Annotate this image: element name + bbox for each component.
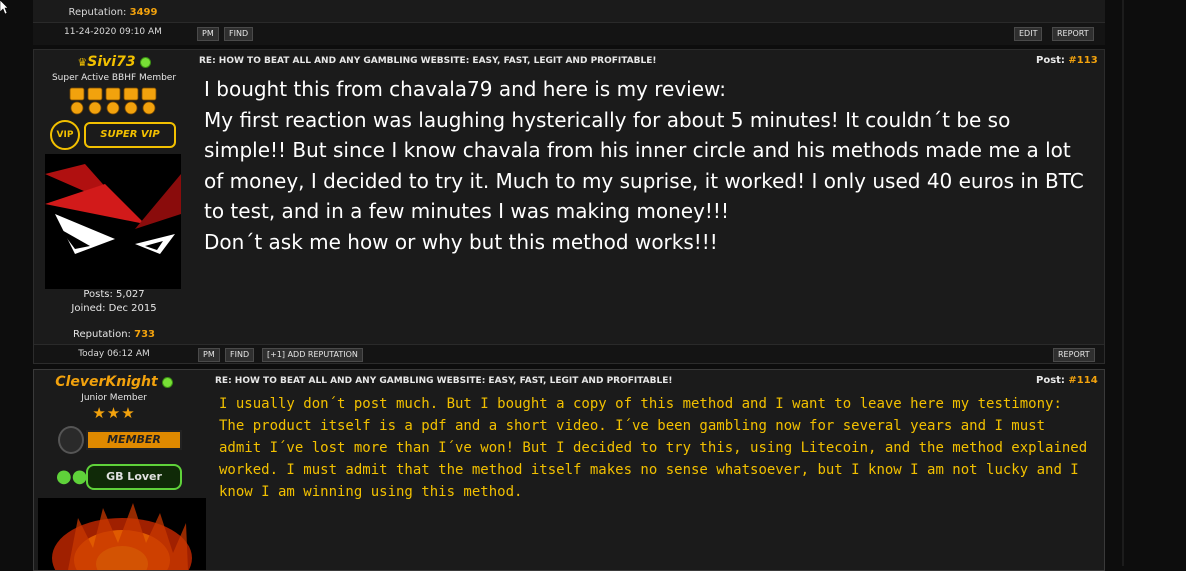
user-reputation: Reputation: 733 [34, 329, 194, 340]
post-message: I usually don´t post much. But I bought … [219, 393, 1089, 503]
badge-label: SUPER VIP [84, 122, 176, 148]
find-button[interactable]: FIND [225, 348, 255, 362]
pm-button[interactable]: PM [198, 348, 220, 362]
crown-icon: ♛ [77, 56, 88, 69]
username[interactable]: Sivi73 [87, 54, 135, 70]
message-line: The product itself is a pdf and a short … [219, 418, 1088, 500]
edit-button[interactable]: EDIT [1014, 27, 1043, 41]
reputation-label: Reputation: [68, 7, 127, 18]
find-button[interactable]: FIND [224, 27, 254, 41]
post-number-link[interactable]: #114 [1068, 375, 1097, 386]
reputation-value[interactable]: 733 [134, 329, 155, 340]
page-right-rule [1122, 0, 1124, 566]
post-footer: Today 06:12 AM PM FIND [+1] ADD REPUTATI… [34, 344, 1104, 363]
page-margin-right [1106, 0, 1186, 566]
post-113: ♛Sivi73 Super Active BBHF Member VIP SUP… [33, 49, 1105, 364]
post-subject: RE: HOW TO BEAT ALL AND ANY GAMBLING WEB… [199, 56, 657, 66]
post-author[interactable]: CleverKnight [34, 374, 194, 390]
user-avatar[interactable] [38, 498, 206, 570]
badge-label: GB Lover [86, 464, 182, 490]
gb-lover-badge: ●● GB Lover [56, 462, 184, 492]
message-line: I usually don´t post much. But I bought … [219, 396, 1062, 412]
reputation-label: Reputation: [73, 329, 131, 340]
group-icon: ●● [56, 466, 88, 487]
user-post-count: Posts: 5,027 [83, 289, 145, 300]
pm-button[interactable]: PM [197, 27, 219, 41]
post-author[interactable]: ♛Sivi73 [34, 54, 194, 70]
user-rank: Junior Member [81, 393, 147, 403]
mouse-cursor-icon [0, 0, 8, 14]
super-vip-badge: VIP SUPER VIP [50, 118, 178, 152]
post-number-link[interactable]: #113 [1068, 55, 1097, 66]
reputation-value[interactable]: 3499 [130, 7, 158, 18]
badge-label: MEMBER [86, 430, 182, 450]
message-line: My first reaction was laughing hysterica… [204, 107, 1084, 224]
online-status-icon [161, 376, 173, 388]
post-subject: RE: HOW TO BEAT ALL AND ANY GAMBLING WEB… [215, 376, 673, 386]
previous-post-footer: 11-24-2020 09:10 AM PM FIND EDIT REPORT [33, 22, 1105, 45]
user-avatar[interactable] [45, 154, 181, 289]
user-rank: Super Active BBHF Member [51, 73, 177, 83]
post-date: 11-24-2020 09:10 AM [64, 27, 162, 37]
report-button[interactable]: REPORT [1053, 348, 1095, 362]
vip-circle: VIP [50, 120, 80, 150]
previous-post-reputation: Reputation: 3499 [33, 7, 193, 18]
post-label: Post: [1036, 55, 1065, 66]
post-date: Today 06:12 AM [78, 349, 150, 359]
user-join-date: Joined: Dec 2015 [71, 303, 157, 314]
rank-stars-icon: ★★★ [92, 404, 136, 422]
previous-post [33, 0, 1105, 22]
post-114: CleverKnight Junior Member ★★★ MEMBER ●●… [33, 369, 1105, 571]
report-button[interactable]: REPORT [1052, 27, 1094, 41]
rank-stars-icon [69, 87, 157, 115]
member-badge: MEMBER [58, 426, 184, 456]
page-margin-left [0, 0, 33, 566]
post-message: I bought this from chavala79 and here is… [204, 74, 1094, 257]
ninja-icon [58, 426, 84, 454]
post-number: Post: #113 [1036, 55, 1098, 66]
username[interactable]: CleverKnight [55, 374, 157, 390]
message-line: I bought this from chavala79 and here is… [204, 77, 727, 101]
post-label: Post: [1036, 375, 1065, 386]
add-reputation-button[interactable]: [+1] ADD REPUTATION [262, 348, 363, 362]
post-number: Post: #114 [1036, 375, 1098, 386]
online-status-icon [139, 56, 151, 68]
message-line: Don´t ask me how or why but this method … [204, 229, 718, 254]
